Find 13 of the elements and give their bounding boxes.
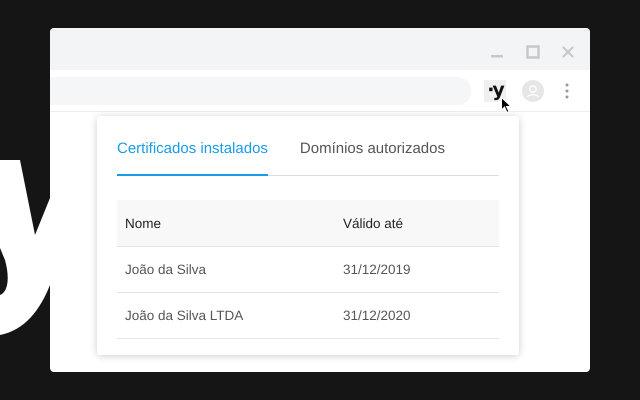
table-cell: João da Silva — [117, 246, 335, 292]
tab[interactable]: Domínios autorizados — [300, 140, 445, 176]
menu-icon[interactable] — [565, 82, 569, 98]
column-header: Válido até — [335, 200, 499, 246]
address-bar[interactable] — [50, 76, 471, 104]
table-cell: 31/12/2019 — [335, 246, 499, 292]
column-header: Nome — [117, 200, 335, 246]
table-cell: João da Silva LTDA — [117, 292, 335, 338]
close-icon[interactable] — [562, 46, 574, 58]
extension-button[interactable]: ·y — [484, 80, 506, 102]
table-cell: 31/12/2020 — [335, 292, 499, 338]
maximize-icon[interactable] — [526, 45, 540, 59]
avatar-icon[interactable] — [522, 80, 544, 102]
